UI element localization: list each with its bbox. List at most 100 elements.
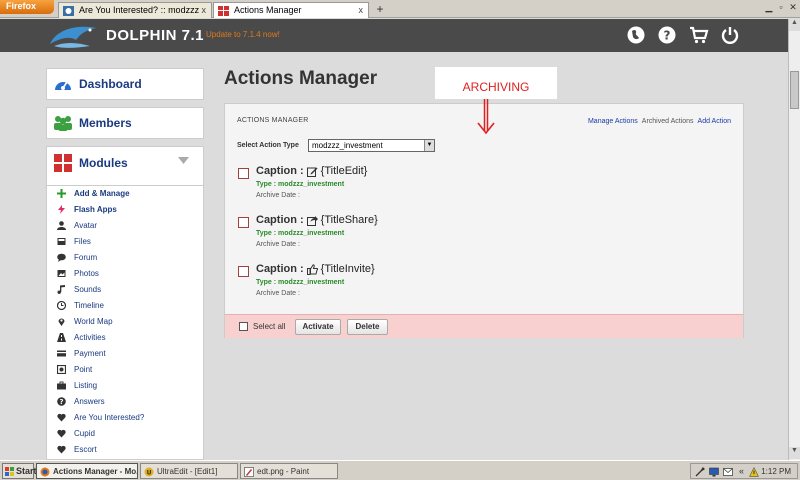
select-all-checkbox[interactable] [239, 322, 248, 331]
activate-button[interactable]: Activate [295, 319, 341, 335]
module-label: Cupid [74, 428, 95, 438]
sidebar-item-point[interactable]: Point [57, 362, 92, 376]
power-icon[interactable] [720, 25, 740, 45]
clock-icon [57, 300, 66, 310]
sidebar-item-files[interactable]: Files [57, 234, 91, 248]
sidebar-item-cupid[interactable]: Cupid [57, 426, 95, 440]
sidebar-item-answers[interactable]: ? Answers [57, 394, 105, 408]
sidebar-item-modules[interactable]: Modules [46, 146, 204, 186]
display-icon[interactable] [709, 467, 719, 477]
archived-actions-link[interactable]: Archived Actions [642, 118, 694, 125]
sidebar-item-photos[interactable]: Photos [57, 266, 99, 280]
action-type: Type : modzzz_investment [256, 279, 345, 286]
sidebar-item-members[interactable]: Members [46, 107, 204, 139]
module-label: Answers [74, 396, 105, 406]
heart-icon [57, 413, 66, 421]
action-checkbox[interactable] [238, 266, 249, 277]
action-checkbox[interactable] [238, 217, 249, 228]
scroll-up-icon[interactable]: ▲ [789, 19, 800, 31]
modules-icon [54, 154, 72, 172]
cart-icon[interactable] [689, 25, 709, 45]
sidebar-item-forum[interactable]: Forum [57, 250, 97, 264]
globe-icon[interactable] [626, 25, 646, 45]
module-label: Point [74, 364, 93, 374]
task-ultraedit[interactable]: U UltraEdit - [Edit1] [140, 463, 238, 479]
action-type: Type : modzzz_investment [256, 230, 345, 237]
action-type-select[interactable]: modzzz_investment ▼ [308, 139, 435, 152]
maximize-icon[interactable]: ▫ [776, 2, 786, 14]
page-title: Actions Manager [224, 68, 378, 89]
modules-list: Add & Manage Flash Apps Avatar Files For… [46, 186, 204, 460]
edit-icon [306, 167, 318, 177]
sidebar-item-timeline[interactable]: Timeline [57, 298, 104, 312]
page-scrollbar[interactable]: ▲ ▼ [788, 19, 800, 460]
task-paint[interactable]: edt.png - Paint [240, 463, 338, 479]
minimize-icon[interactable]: ▁ [764, 2, 774, 14]
dashboard-icon [55, 81, 71, 90]
share-icon [306, 215, 318, 226]
site-favicon-icon [63, 6, 74, 16]
thumbs-up-icon [306, 263, 318, 275]
add-action-link[interactable]: Add Action [698, 118, 731, 125]
select-action-type-label: Select Action Type [237, 142, 299, 149]
tool-icon[interactable] [695, 467, 705, 477]
actions-manager-panel: ACTIONS MANAGER Manage Actions Archived … [224, 103, 744, 338]
sidebar-item-listing[interactable]: Listing [57, 378, 97, 392]
admin-favicon-icon [218, 6, 229, 16]
help-icon[interactable]: ? [657, 25, 677, 45]
scrollbar-thumb[interactable] [790, 71, 799, 109]
tab-actions-manager[interactable]: Actions Manager x [213, 2, 369, 18]
close-window-icon[interactable]: ✕ [788, 2, 798, 14]
sidebar-item-sounds[interactable]: Sounds [57, 282, 101, 296]
warning-icon[interactable] [749, 467, 759, 477]
system-clock: 1:12 PM [761, 467, 791, 476]
sidebar-item-are-you-interested[interactable]: Are You Interested? [57, 410, 144, 424]
sidebar-item-flash-apps[interactable]: Flash Apps [57, 202, 117, 216]
tab-title: Are You Interested? :: modzzz [79, 5, 200, 15]
sidebar-item-dashboard[interactable]: Dashboard [46, 68, 204, 100]
scroll-down-icon[interactable]: ▼ [789, 447, 800, 459]
sidebar-item-label: Dashboard [79, 77, 142, 91]
module-label: Payment [74, 348, 106, 358]
module-label: Avatar [74, 220, 97, 230]
action-item: Caption : {TitleEdit} Type : modzzz_inve… [238, 165, 538, 207]
action-item: Caption : {TitleInvite} Type : modzzz_in… [238, 263, 538, 305]
module-label: Photos [74, 268, 99, 278]
firefox-menu-button[interactable]: Firefox [0, 0, 54, 14]
update-link[interactable]: Update to 7.1.4 now! [206, 30, 280, 39]
caption-title: {TitleShare} [320, 214, 378, 226]
panel-nav-links: Manage Actions Archived Actions Add Acti… [588, 118, 731, 125]
manage-actions-link[interactable]: Manage Actions [588, 118, 638, 125]
action-item: Caption : {TitleShare} Type : modzzz_inv… [238, 214, 538, 256]
dolphin-logo-icon [50, 26, 96, 48]
task-firefox[interactable]: Actions Manager - Mo... [36, 463, 138, 479]
action-checkbox[interactable] [238, 168, 249, 179]
picture-icon [57, 269, 66, 277]
new-tab-button[interactable]: + [372, 3, 388, 17]
heart-icon [57, 445, 66, 453]
sidebar-item-payment[interactable]: Payment [57, 346, 106, 360]
svg-text:?: ? [59, 398, 63, 406]
delete-button[interactable]: Delete [347, 319, 388, 335]
windows-taskbar: Start Actions Manager - Mo... U UltraEdi… [0, 460, 800, 480]
tab-close-icon[interactable]: x [202, 5, 207, 15]
tray-expand-button[interactable]: « [739, 466, 744, 476]
action-caption: Caption : {TitleShare} [256, 214, 378, 226]
tab-close-icon[interactable]: x [359, 5, 364, 15]
chevron-down-icon[interactable] [178, 157, 189, 164]
archive-date: Archive Date : [256, 290, 300, 297]
start-label: Start [16, 466, 37, 476]
select-all-label[interactable]: Select all [253, 322, 285, 331]
sidebar-item-world-map[interactable]: World Map [57, 314, 113, 328]
start-button[interactable]: Start [2, 463, 37, 479]
mail-icon[interactable] [723, 467, 733, 477]
sidebar-item-activities[interactable]: Activities [57, 330, 106, 344]
members-icon [54, 116, 72, 131]
sidebar-item-avatar[interactable]: Avatar [57, 218, 97, 232]
sidebar-item-add-manage[interactable]: Add & Manage [57, 186, 130, 200]
chevron-down-icon[interactable]: ▼ [424, 140, 434, 151]
module-label: Listing [74, 380, 98, 390]
tab-are-you-interested[interactable]: Are You Interested? :: modzzz x [58, 2, 212, 18]
sidebar-item-escort[interactable]: Escort [57, 442, 97, 456]
select-value: modzzz_investment [312, 141, 383, 150]
